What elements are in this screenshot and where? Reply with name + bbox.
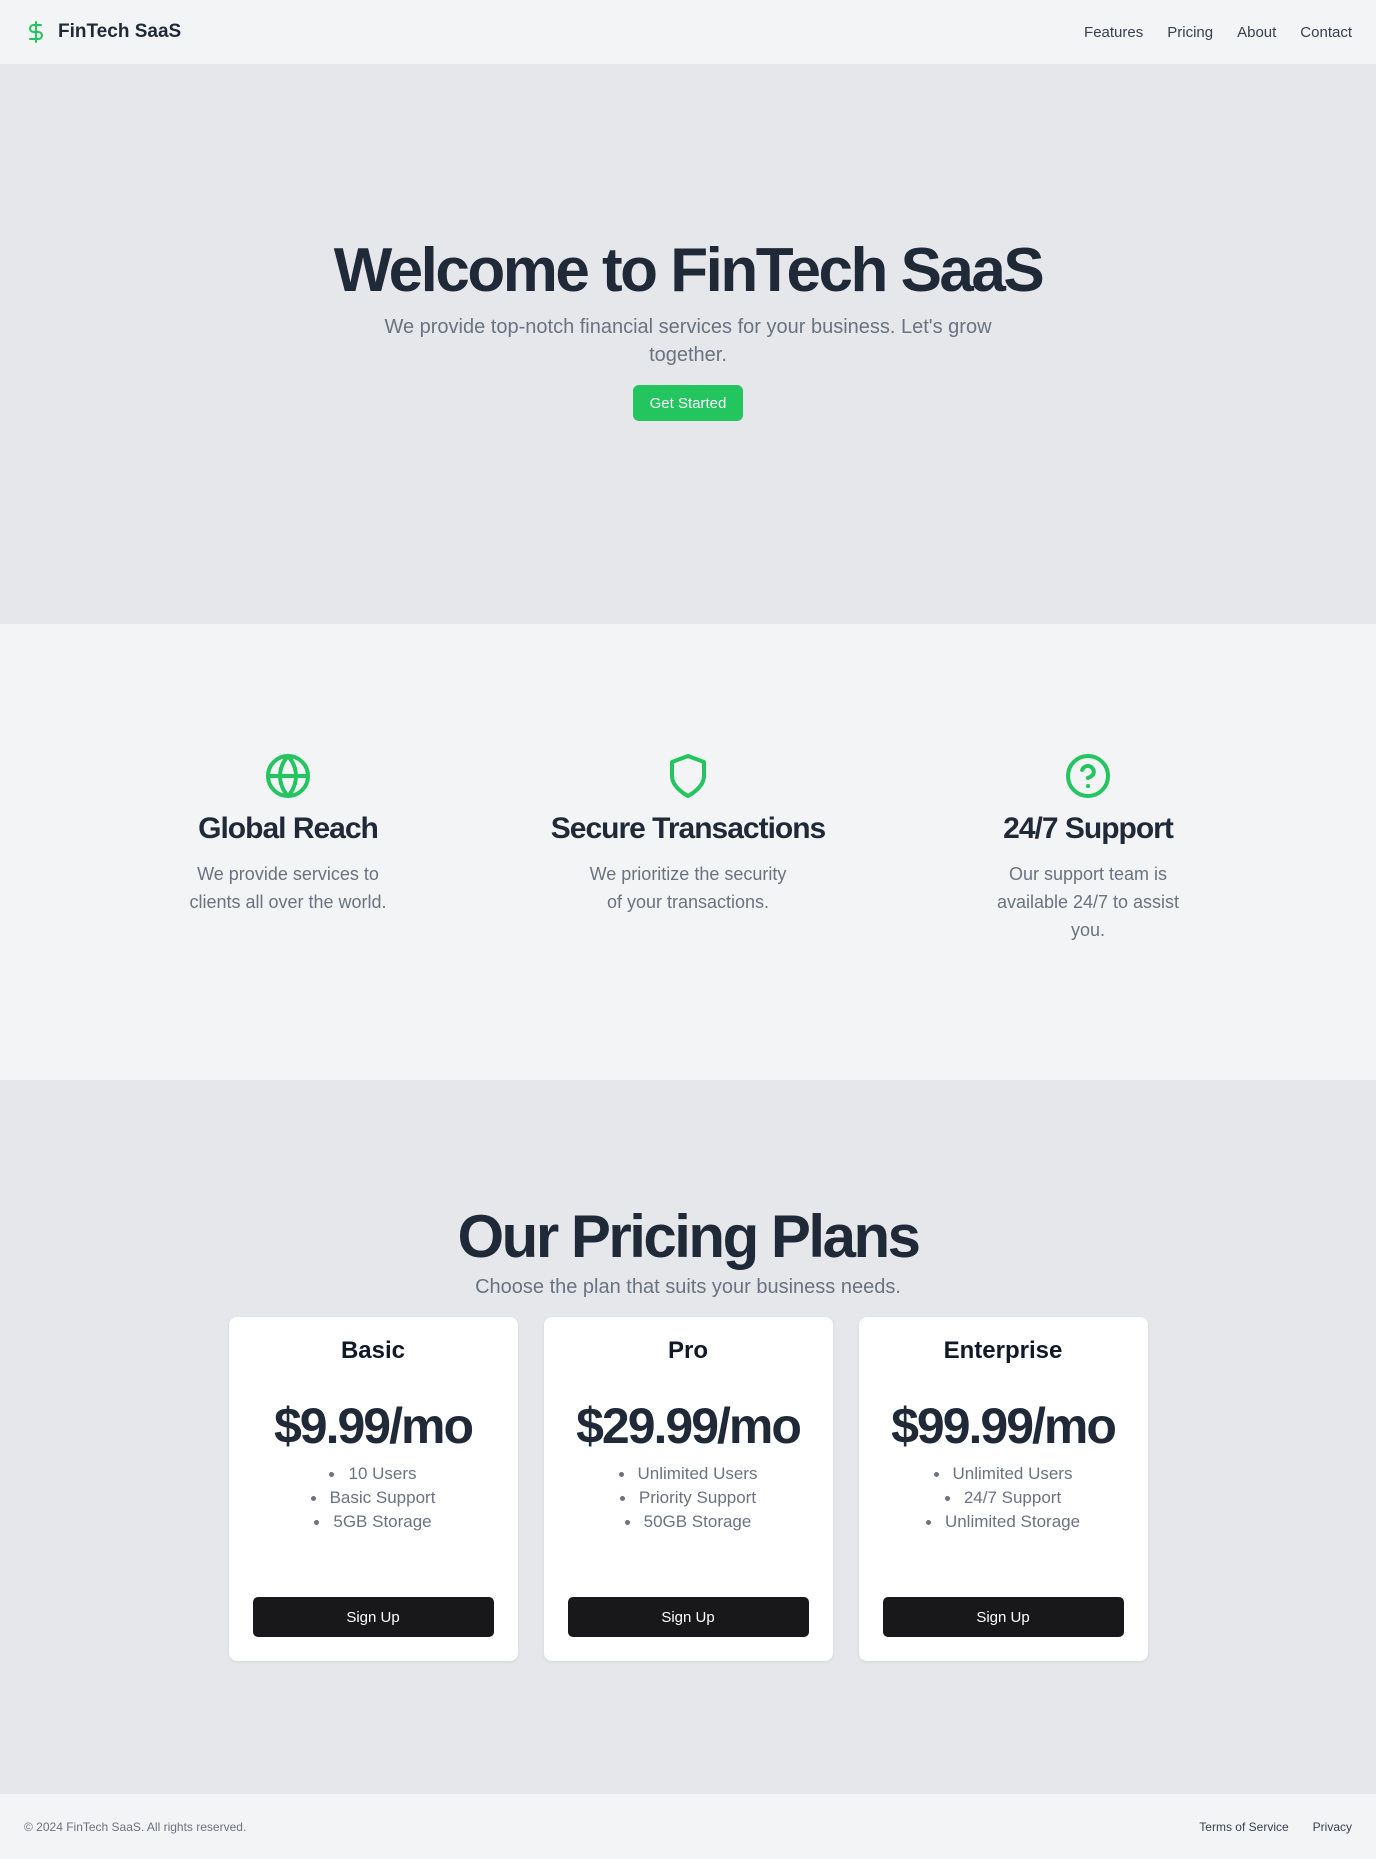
feature-description: We prioritize the security of your trans… — [589, 864, 787, 912]
plan-price: $29.99/mo — [576, 1398, 802, 1454]
dollar-sign-icon — [24, 20, 48, 44]
plan-feature: Basic Support — [310, 1486, 435, 1510]
feature-description: We provide services to clients all over … — [189, 864, 387, 912]
feature-title: 24/7 Support — [1003, 812, 1174, 845]
copyright-text: © 2024 FinTech SaaS. All rights reserved… — [24, 1819, 247, 1834]
pricing-title: Our Pricing Plans — [457, 1203, 921, 1270]
help-circle-icon — [1064, 752, 1112, 800]
plan-feature: 24/7 Support — [926, 1486, 1080, 1510]
feature-card-global-reach: Global Reach We provide services to clie… — [138, 752, 438, 916]
plan-feature: 50GB Storage — [619, 1510, 758, 1534]
plan-price: $99.99/mo — [891, 1398, 1117, 1454]
nav-link-contact[interactable]: Contact — [1300, 24, 1352, 41]
hero-title: Welcome to FinTech SaaS — [333, 235, 1045, 305]
feature-title: Global Reach — [198, 812, 379, 845]
globe-icon — [264, 752, 312, 800]
plan-feature: Unlimited Users — [618, 1462, 757, 1486]
plan-feature: Priority Support — [619, 1486, 758, 1510]
sign-up-button-enterprise[interactable]: Sign Up — [882, 1597, 1124, 1637]
get-started-button[interactable]: Get Started — [632, 385, 744, 422]
brand[interactable]: FinTech SaaS — [24, 20, 181, 44]
nav-link-features[interactable]: Features — [1084, 24, 1143, 41]
plan-card-enterprise: Enterprise $99.99/mo Unlimited Users 24/… — [858, 1317, 1148, 1661]
nav-link-about[interactable]: About — [1237, 24, 1276, 41]
plan-feature: 10 Users — [311, 1462, 436, 1486]
plan-name: Pro — [667, 1337, 708, 1364]
pricing-subtitle: Choose the plan that suits your business… — [475, 1276, 901, 1298]
site-footer: © 2024 FinTech SaaS. All rights reserved… — [0, 1794, 1376, 1859]
plan-card-basic: Basic $9.99/mo 10 Users Basic Support 5G… — [228, 1317, 518, 1661]
feature-card-secure-transactions: Secure Transactions We prioritize the se… — [538, 752, 838, 916]
plan-feature-list: 10 Users Basic Support 5GB Storage — [310, 1462, 436, 1534]
hero-section: Welcome to FinTech SaaS We provide top-n… — [0, 64, 1376, 624]
feature-description: Our support team is available 24/7 to as… — [996, 864, 1180, 940]
footer-links: Terms of Service Privacy — [1199, 1820, 1352, 1834]
plan-feature-list: Unlimited Users Priority Support 50GB St… — [618, 1462, 758, 1534]
plan-card-pro: Pro $29.99/mo Unlimited Users Priority S… — [543, 1317, 833, 1661]
main-nav: Features Pricing About Contact — [1084, 24, 1352, 41]
feature-card-support: 24/7 Support Our support team is availab… — [938, 752, 1238, 944]
sign-up-button-basic[interactable]: Sign Up — [252, 1597, 494, 1637]
hero-subtitle: We provide top-notch financial services … — [384, 316, 992, 367]
plan-feature: Unlimited Users — [926, 1462, 1080, 1486]
privacy-link[interactable]: Privacy — [1313, 1820, 1352, 1834]
plan-name: Basic — [340, 1337, 406, 1364]
nav-link-pricing[interactable]: Pricing — [1167, 24, 1213, 41]
features-section: Global Reach We provide services to clie… — [0, 624, 1376, 1080]
plan-feature-list: Unlimited Users 24/7 Support Unlimited S… — [925, 1462, 1080, 1534]
shield-icon — [664, 752, 712, 800]
terms-of-service-link[interactable]: Terms of Service — [1199, 1820, 1288, 1834]
pricing-section: Our Pricing Plans Choose the plan that s… — [0, 1080, 1376, 1794]
pricing-plans: Basic $9.99/mo 10 Users Basic Support 5G… — [228, 1317, 1148, 1661]
plan-price: $9.99/mo — [273, 1398, 474, 1454]
plan-feature: 5GB Storage — [311, 1510, 436, 1534]
brand-name: FinTech SaaS — [58, 21, 182, 42]
sign-up-button-pro[interactable]: Sign Up — [567, 1597, 809, 1637]
feature-title: Secure Transactions — [550, 812, 826, 845]
plan-feature: Unlimited Storage — [925, 1510, 1080, 1534]
site-header: FinTech SaaS Features Pricing About Cont… — [0, 0, 1376, 64]
plan-name: Enterprise — [943, 1337, 1063, 1364]
